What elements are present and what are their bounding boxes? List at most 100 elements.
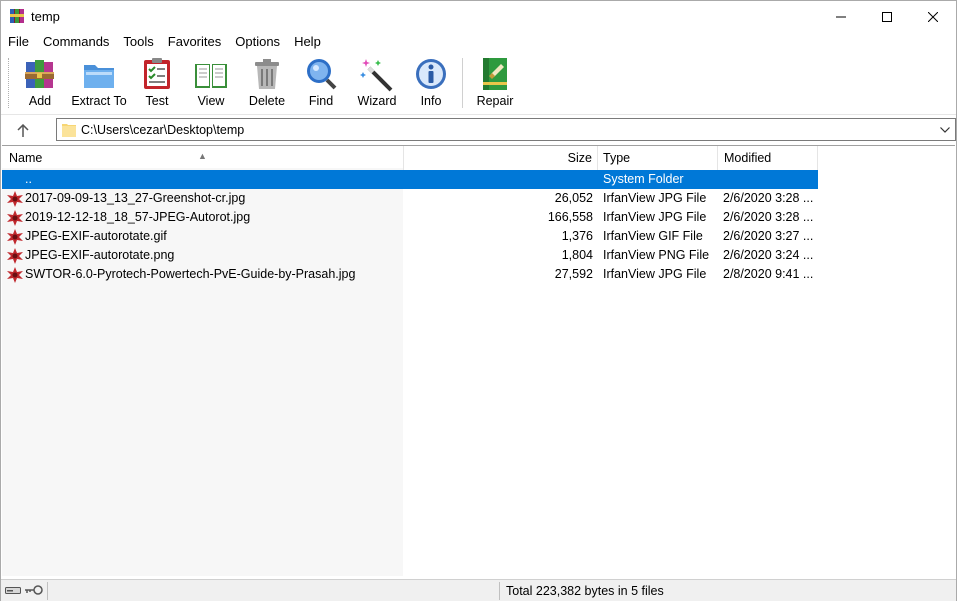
view-button[interactable]: View — [189, 56, 233, 112]
irfanview-file-icon — [7, 267, 23, 283]
minimize-button[interactable] — [818, 1, 864, 32]
toolbar: Add Extract To Test View Delete Find Wiz… — [1, 52, 956, 115]
menu-options[interactable]: Options — [228, 32, 287, 52]
maximize-icon — [882, 11, 892, 22]
file-type: IrfanView PNG File — [603, 248, 710, 262]
file-modified: 2/8/2020 9:41 ... — [723, 267, 814, 281]
table-row[interactable]: .. System Folder — [2, 170, 818, 189]
folder-extract-icon — [84, 65, 114, 88]
arrow-up-icon — [17, 123, 29, 137]
up-folder-button[interactable] — [11, 120, 35, 140]
window-title: temp — [31, 9, 60, 24]
sort-ascending-icon: ▲ — [198, 151, 207, 161]
column-header-modified[interactable]: Modified — [718, 146, 818, 170]
file-size — [404, 170, 593, 189]
close-icon — [928, 11, 938, 22]
toolbar-separator — [462, 58, 463, 108]
winrar-window: temp File Commands Tools Favorites Optio… — [0, 0, 957, 601]
file-type: IrfanView JPG File — [603, 191, 707, 205]
info-label: Info — [420, 94, 442, 108]
menu-commands[interactable]: Commands — [36, 32, 116, 52]
info-icon — [416, 59, 446, 89]
extract-to-button[interactable]: Extract To — [71, 56, 127, 112]
open-book-icon — [195, 64, 227, 88]
parent-folder-icon — [7, 172, 23, 188]
add-label: Add — [28, 94, 52, 108]
address-dropdown-button[interactable] — [938, 122, 952, 138]
repair-label: Repair — [476, 94, 514, 108]
address-path: C:\Users\cezar\Desktop\temp — [81, 123, 245, 137]
delete-button[interactable]: Delete — [247, 56, 287, 112]
file-name: .. — [25, 172, 32, 186]
table-row[interactable]: 2017-09-09-13_13_27-Greenshot-cr.jpg 26,… — [2, 189, 818, 208]
file-size: 1,376 — [561, 229, 593, 243]
chevron-down-icon — [940, 127, 950, 133]
status-divider — [47, 582, 48, 600]
status-bar: Total 223,382 bytes in 5 files — [1, 579, 956, 601]
clipboard-check-icon — [144, 58, 170, 89]
find-label: Find — [308, 94, 334, 108]
title-bar[interactable]: temp — [1, 1, 956, 32]
address-row: C:\Users\cezar\Desktop\temp — [1, 116, 956, 144]
status-summary: Total 223,382 bytes in 5 files — [506, 584, 664, 598]
status-icons — [5, 584, 44, 596]
file-modified: 2/6/2020 3:28 ... — [723, 191, 814, 205]
info-button[interactable]: Info — [413, 56, 449, 112]
add-button[interactable]: Add — [21, 56, 59, 112]
find-button[interactable]: Find — [303, 56, 339, 112]
maximize-button[interactable] — [864, 1, 910, 32]
file-modified: 2/6/2020 3:27 ... — [723, 229, 814, 243]
view-label: View — [197, 94, 225, 108]
archive-books-icon — [25, 60, 54, 88]
file-size: 1,804 — [561, 248, 593, 262]
column-header-name[interactable]: Name ▲ — [2, 146, 404, 170]
folder-icon — [62, 124, 76, 137]
key-icon[interactable] — [24, 584, 44, 596]
magnifier-icon — [307, 59, 337, 90]
file-modified: 2/6/2020 3:28 ... — [723, 210, 814, 224]
test-button[interactable]: Test — [139, 56, 175, 112]
file-type: IrfanView GIF File — [603, 229, 703, 243]
close-button[interactable] — [910, 1, 956, 32]
minimize-icon — [836, 16, 846, 17]
column-header-type[interactable]: Type — [598, 146, 718, 170]
table-row[interactable]: SWTOR-6.0-Pyrotech-Powertech-PvE-Guide-b… — [2, 265, 818, 284]
file-name: 2019-12-12-18_18_57-JPEG-Autorot.jpg — [25, 210, 251, 224]
delete-label: Delete — [248, 94, 286, 108]
file-name: SWTOR-6.0-Pyrotech-Powertech-PvE-Guide-b… — [25, 267, 356, 281]
trash-can-icon — [255, 59, 279, 89]
column-headers: Name ▲ Size Type Modified — [2, 146, 955, 170]
extract-to-label: Extract To — [71, 94, 127, 108]
column-name-label: Name — [9, 151, 43, 165]
wizard-button[interactable]: Wizard — [357, 56, 397, 112]
file-modified: 2/6/2020 3:24 ... — [723, 248, 814, 262]
table-row[interactable]: JPEG-EXIF-autorotate.gif 1,376 IrfanView… — [2, 227, 818, 246]
table-row[interactable]: 2019-12-12-18_18_57-JPEG-Autorot.jpg 166… — [2, 208, 818, 227]
column-header-size[interactable]: Size — [404, 146, 598, 170]
wizard-label: Wizard — [357, 94, 397, 108]
menu-tools[interactable]: Tools — [116, 32, 160, 52]
file-type: IrfanView JPG File — [603, 267, 707, 281]
repair-kit-icon — [483, 58, 507, 90]
file-type: System Folder — [603, 172, 684, 186]
test-label: Test — [145, 94, 169, 108]
file-size: 27,592 — [554, 267, 593, 281]
file-list[interactable]: Name ▲ Size Type Modified .. System Fold… — [2, 145, 955, 576]
address-combobox[interactable]: C:\Users\cezar\Desktop\temp — [56, 118, 956, 141]
file-rows: .. System Folder 2017-09-09-13_13_27-Gre… — [2, 170, 818, 284]
toolbar-grip[interactable] — [8, 58, 10, 108]
repair-button[interactable]: Repair — [476, 56, 514, 112]
menu-favorites[interactable]: Favorites — [161, 32, 228, 52]
menu-bar: File Commands Tools Favorites Options He… — [1, 32, 956, 52]
table-row[interactable]: JPEG-EXIF-autorotate.png 1,804 IrfanView… — [2, 246, 818, 265]
magic-wand-icon — [360, 59, 393, 92]
drive-icon[interactable] — [5, 584, 21, 596]
file-type: IrfanView JPG File — [603, 210, 707, 224]
file-name: 2017-09-09-13_13_27-Greenshot-cr.jpg — [25, 191, 246, 205]
file-size: 166,558 — [547, 210, 593, 224]
menu-file[interactable]: File — [1, 32, 36, 52]
irfanview-file-icon — [7, 210, 23, 226]
irfanview-file-icon — [7, 229, 23, 245]
irfanview-file-icon — [7, 191, 23, 207]
menu-help[interactable]: Help — [287, 32, 328, 52]
